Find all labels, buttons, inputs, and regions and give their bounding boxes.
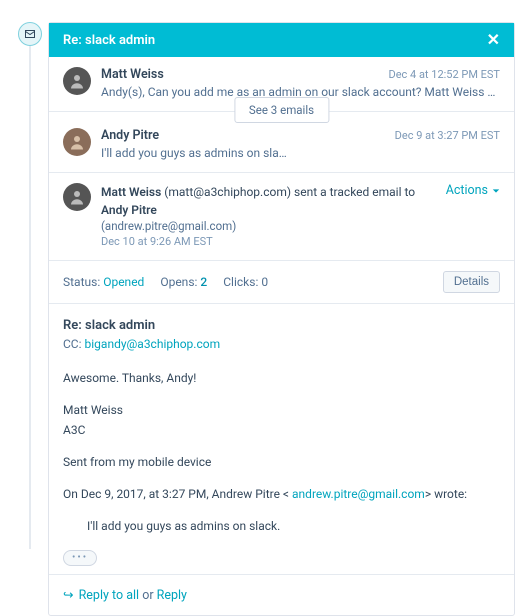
email-collapsed-1[interactable]: Matt Weiss Dec 4 at 12:52 PM EST Andy(s)… xyxy=(49,57,514,112)
timeline-line xyxy=(29,46,31,549)
tracked-text: sent a tracked email to xyxy=(294,185,415,199)
quote-intro-post: > wrote: xyxy=(425,487,467,501)
actions-label: Actions xyxy=(446,183,488,198)
signature-name: Matt Weiss xyxy=(63,401,500,419)
expand-quote-button[interactable]: ••• xyxy=(63,550,97,566)
clicks-value: 0 xyxy=(261,275,268,289)
email-timestamp: Dec 4 at 12:52 PM EST xyxy=(389,68,501,81)
details-button[interactable]: Details xyxy=(443,271,500,293)
body-subject: Re: slack admin xyxy=(63,318,500,333)
sent-from-line: Sent from my mobile device xyxy=(63,453,500,471)
email-thread-panel: Re: slack admin ✕ Matt Weiss Dec 4 at 12… xyxy=(48,22,515,616)
reply-all-icon: ↩ xyxy=(63,587,73,603)
or-separator: or xyxy=(142,588,156,603)
recipient-name[interactable]: Andy Pitre xyxy=(101,203,157,217)
opens-label: Opens: xyxy=(160,275,197,289)
open-email-timestamp: Dec 10 at 9:26 AM EST xyxy=(101,235,436,248)
email-footer: ↩ Reply to all or Reply xyxy=(49,574,514,615)
signature-org: A3C xyxy=(63,421,500,439)
avatar xyxy=(63,128,91,156)
avatar xyxy=(63,183,91,211)
see-more-emails-button[interactable]: See 3 emails xyxy=(234,97,329,123)
status-label: Status: xyxy=(63,275,100,289)
clicks-label: Clicks: xyxy=(223,275,258,289)
email-status-row: Status: Opened Opens: 2 Clicks: 0 Detail… xyxy=(49,261,514,304)
email-open-header: Matt Weiss (matt@a3chiphop.com) sent a t… xyxy=(49,173,514,261)
sender-name[interactable]: Matt Weiss xyxy=(101,185,161,199)
body-line: Awesome. Thanks, Andy! xyxy=(63,369,500,387)
avatar xyxy=(63,67,91,95)
close-icon[interactable]: ✕ xyxy=(487,32,500,48)
sender-name: Matt Weiss xyxy=(101,67,164,82)
quote-intro-pre: On Dec 9, 2017, at 3:27 PM, Andrew Pitre… xyxy=(63,487,292,501)
opens-value: 2 xyxy=(200,275,207,289)
quote-intro: On Dec 9, 2017, at 3:27 PM, Andrew Pitre… xyxy=(63,485,500,503)
reply-link[interactable]: Reply xyxy=(157,588,187,603)
cc-label: CC: xyxy=(63,337,82,351)
reply-all-link[interactable]: Reply to all xyxy=(79,588,139,603)
thread-subject: Re: slack admin xyxy=(63,33,155,48)
quote-email-link[interactable]: andrew.pitre@gmail.com xyxy=(292,487,425,501)
email-body: Re: slack admin CC: bigandy@a3chiphop.co… xyxy=(49,304,514,574)
chevron-down-icon xyxy=(492,187,500,195)
actions-dropdown[interactable]: Actions xyxy=(446,183,500,198)
panel-header: Re: slack admin ✕ xyxy=(49,23,514,57)
mail-icon xyxy=(24,28,36,40)
cc-email-link[interactable]: bigandy@a3chiphop.com xyxy=(85,337,221,351)
quoted-text: I'll add you guys as admins on slack. xyxy=(63,517,500,535)
recipient-email: (andrew.pitre@gmail.com) xyxy=(101,219,436,233)
email-timestamp: Dec 9 at 3:27 PM EST xyxy=(395,129,500,142)
sender-email: (matt@a3chiphop.com) xyxy=(164,185,291,199)
status-value: Opened xyxy=(103,275,144,289)
sender-name: Andy Pitre xyxy=(101,128,159,143)
email-preview: I'll add you guys as admins on sla… xyxy=(101,146,500,160)
mail-icon-rail xyxy=(18,22,42,46)
